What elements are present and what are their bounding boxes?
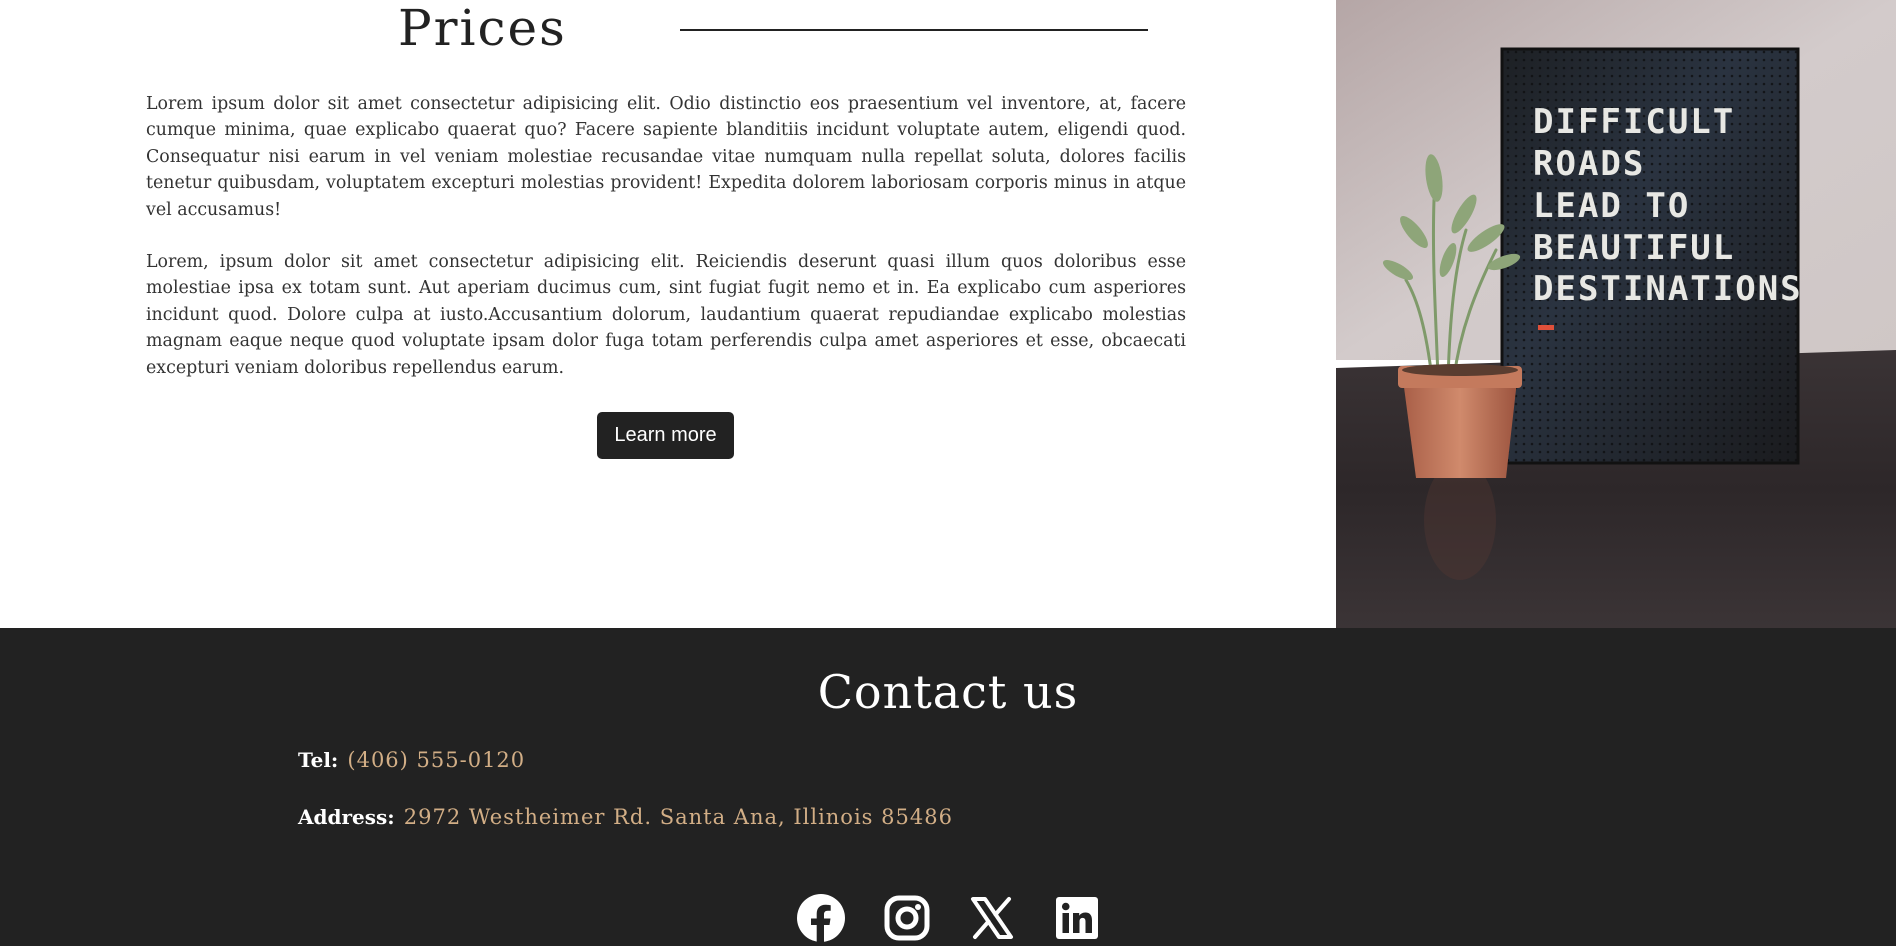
prices-title: Prices [398, 0, 567, 57]
contact-section: Contact us Tel: (406) 555-0120 Address: … [0, 628, 1896, 946]
motivational-sign-photo: DIFFICULT ROADS LEAD TO BEAUTIFUL DESTIN… [1336, 0, 1896, 628]
learn-more-button[interactable]: Learn more [597, 412, 734, 459]
instagram-icon[interactable] [883, 894, 931, 942]
address-value: 2972 Westheimer Rd. Santa Ana, Illinois … [403, 805, 953, 829]
linkedin-icon[interactable] [1053, 894, 1101, 942]
contact-title: Contact us [817, 665, 1079, 719]
svg-text:BEAUTIFUL: BEAUTIFUL [1533, 228, 1735, 268]
x-icon[interactable] [968, 894, 1016, 942]
prices-paragraph-1: Lorem ipsum dolor sit amet consectetur a… [146, 94, 1186, 220]
address-label: Address: [298, 805, 395, 829]
contact-address: Address: 2972 Westheimer Rd. Santa Ana, … [298, 805, 953, 829]
facebook-icon[interactable] [797, 894, 845, 942]
svg-text:DIFFICULT: DIFFICULT [1533, 102, 1735, 142]
svg-text:ROADS: ROADS [1533, 144, 1645, 184]
prices-paragraph-2: Lorem, ipsum dolor sit amet consectetur … [146, 252, 1186, 378]
contact-phone: Tel: (406) 555-0120 [298, 748, 525, 772]
svg-text:DESTINATIONS: DESTINATIONS [1533, 269, 1803, 309]
prices-section: Prices Lorem ipsum dolor sit amet consec… [0, 0, 1336, 628]
phone-value[interactable]: (406) 555-0120 [347, 748, 525, 772]
phone-label: Tel: [298, 748, 339, 772]
svg-text:LEAD TO: LEAD TO [1533, 186, 1690, 226]
title-divider [680, 29, 1148, 31]
